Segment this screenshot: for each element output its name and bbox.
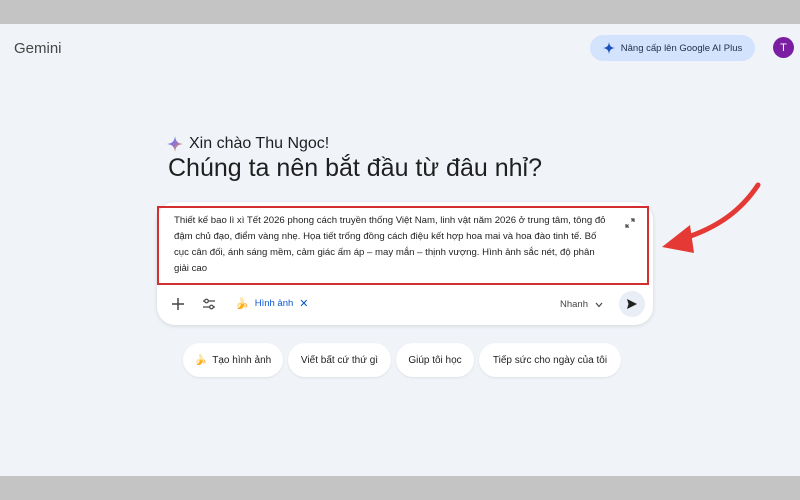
suggestion-label: Tiếp sức cho ngày của tôi xyxy=(492,354,608,366)
plus-icon[interactable] xyxy=(171,297,185,311)
avatar[interactable]: T xyxy=(773,37,794,58)
chip-label: Hình ảnh xyxy=(254,298,294,309)
image-tool-chip[interactable]: 🍌 Hình ảnh ✕ xyxy=(235,297,308,310)
composer-toolbar: 🍌 Hình ảnh ✕ Nhanh xyxy=(157,291,653,320)
close-icon[interactable]: ✕ xyxy=(299,297,308,310)
sparkle-icon xyxy=(602,42,615,54)
suggestion-write-anything[interactable]: Viết bất cứ thứ gì xyxy=(288,343,391,377)
gemini-window: Gemini Nâng cấp lên Google AI Plus T Xin… xyxy=(0,24,800,476)
suggestion-label: Tạo hình ảnh xyxy=(212,354,272,366)
prompt-text[interactable]: Thiết kế bao lì xì Tết 2026 phong cách t… xyxy=(174,213,607,277)
mode-label: Nhanh xyxy=(560,299,588,310)
tools-icon[interactable] xyxy=(202,298,216,310)
banana-icon: 🍌 xyxy=(235,298,249,310)
mode-selector[interactable]: Nhanh xyxy=(560,299,603,310)
suggestion-label: Viết bất cứ thứ gì xyxy=(300,354,379,366)
suggestion-help-me-learn[interactable]: Giúp tôi học xyxy=(396,343,474,377)
suggestion-create-image[interactable]: 🍌 Tạo hình ảnh xyxy=(183,343,283,377)
annotation-arrow xyxy=(662,182,761,253)
app-logo[interactable]: Gemini xyxy=(14,40,62,57)
collapse-icon[interactable] xyxy=(625,218,635,228)
send-button[interactable] xyxy=(619,291,645,317)
page-title: Chúng ta nên bắt đầu từ đâu nhỉ? xyxy=(168,154,542,182)
prompt-composer: Thiết kế bao lì xì Tết 2026 phong cách t… xyxy=(157,202,653,325)
greeting-text: Xin chào Thu Ngoc! xyxy=(189,135,330,152)
send-icon xyxy=(627,299,637,309)
suggestion-label: Giúp tôi học xyxy=(408,354,462,366)
greeting-row: Xin chào Thu Ngoc! xyxy=(167,135,329,153)
chevron-down-icon xyxy=(595,302,603,307)
banana-icon: 🍌 xyxy=(194,354,208,366)
prompt-input[interactable]: Thiết kế bao lì xì Tết 2026 phong cách t… xyxy=(157,206,649,285)
gemini-sparkle-icon xyxy=(167,136,183,152)
upgrade-label: Nâng cấp lên Google AI Plus xyxy=(620,42,743,54)
suggestion-boost-my-day[interactable]: Tiếp sức cho ngày của tôi xyxy=(479,343,621,377)
upgrade-button[interactable]: Nâng cấp lên Google AI Plus xyxy=(590,35,755,61)
